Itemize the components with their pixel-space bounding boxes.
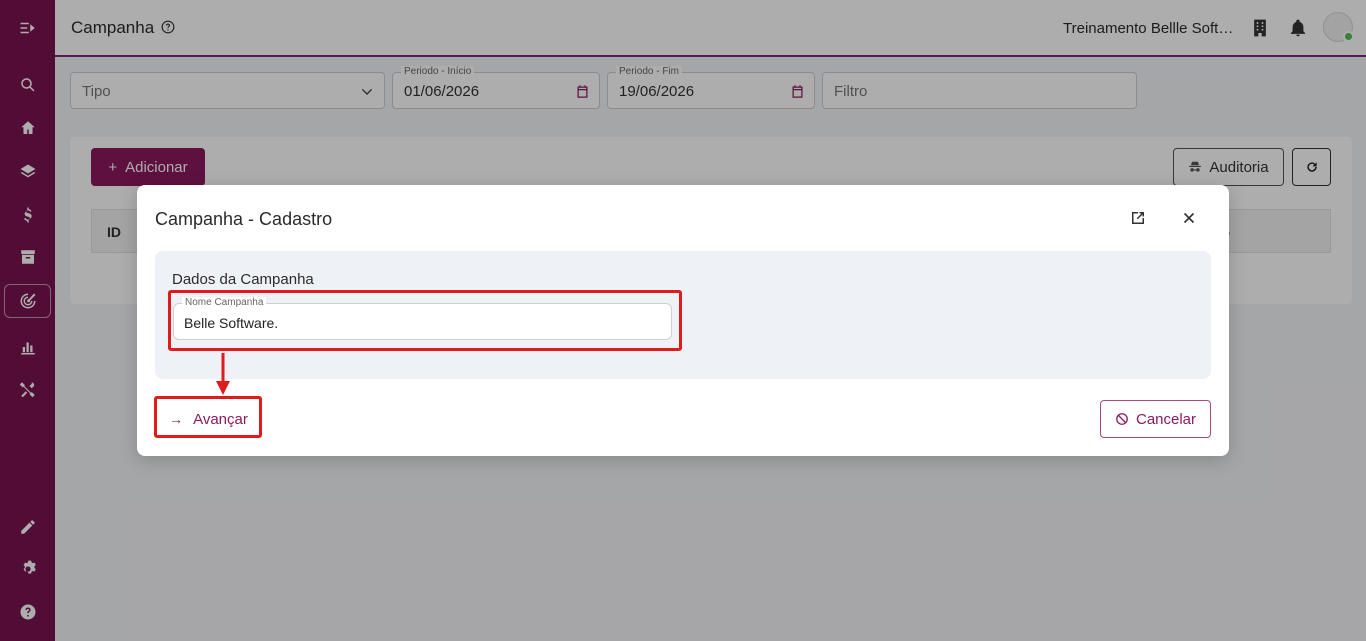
block-icon [1116,413,1128,425]
cancel-button-label: Cancelar [1135,410,1197,428]
highlight-box-next [154,396,262,438]
section-title: Dados da Campanha [172,271,314,288]
highlight-box-name [168,290,682,351]
close-icon[interactable] [1180,209,1198,227]
modal-title: Campanha - Cadastro [155,209,333,229]
annotation-arrow-icon [216,353,230,395]
campaign-modal: Campanha - Cadastro Dados da Campanha No… [137,185,1229,456]
expand-icon[interactable] [1129,209,1147,227]
cancel-button[interactable]: Cancelar [1100,400,1211,438]
